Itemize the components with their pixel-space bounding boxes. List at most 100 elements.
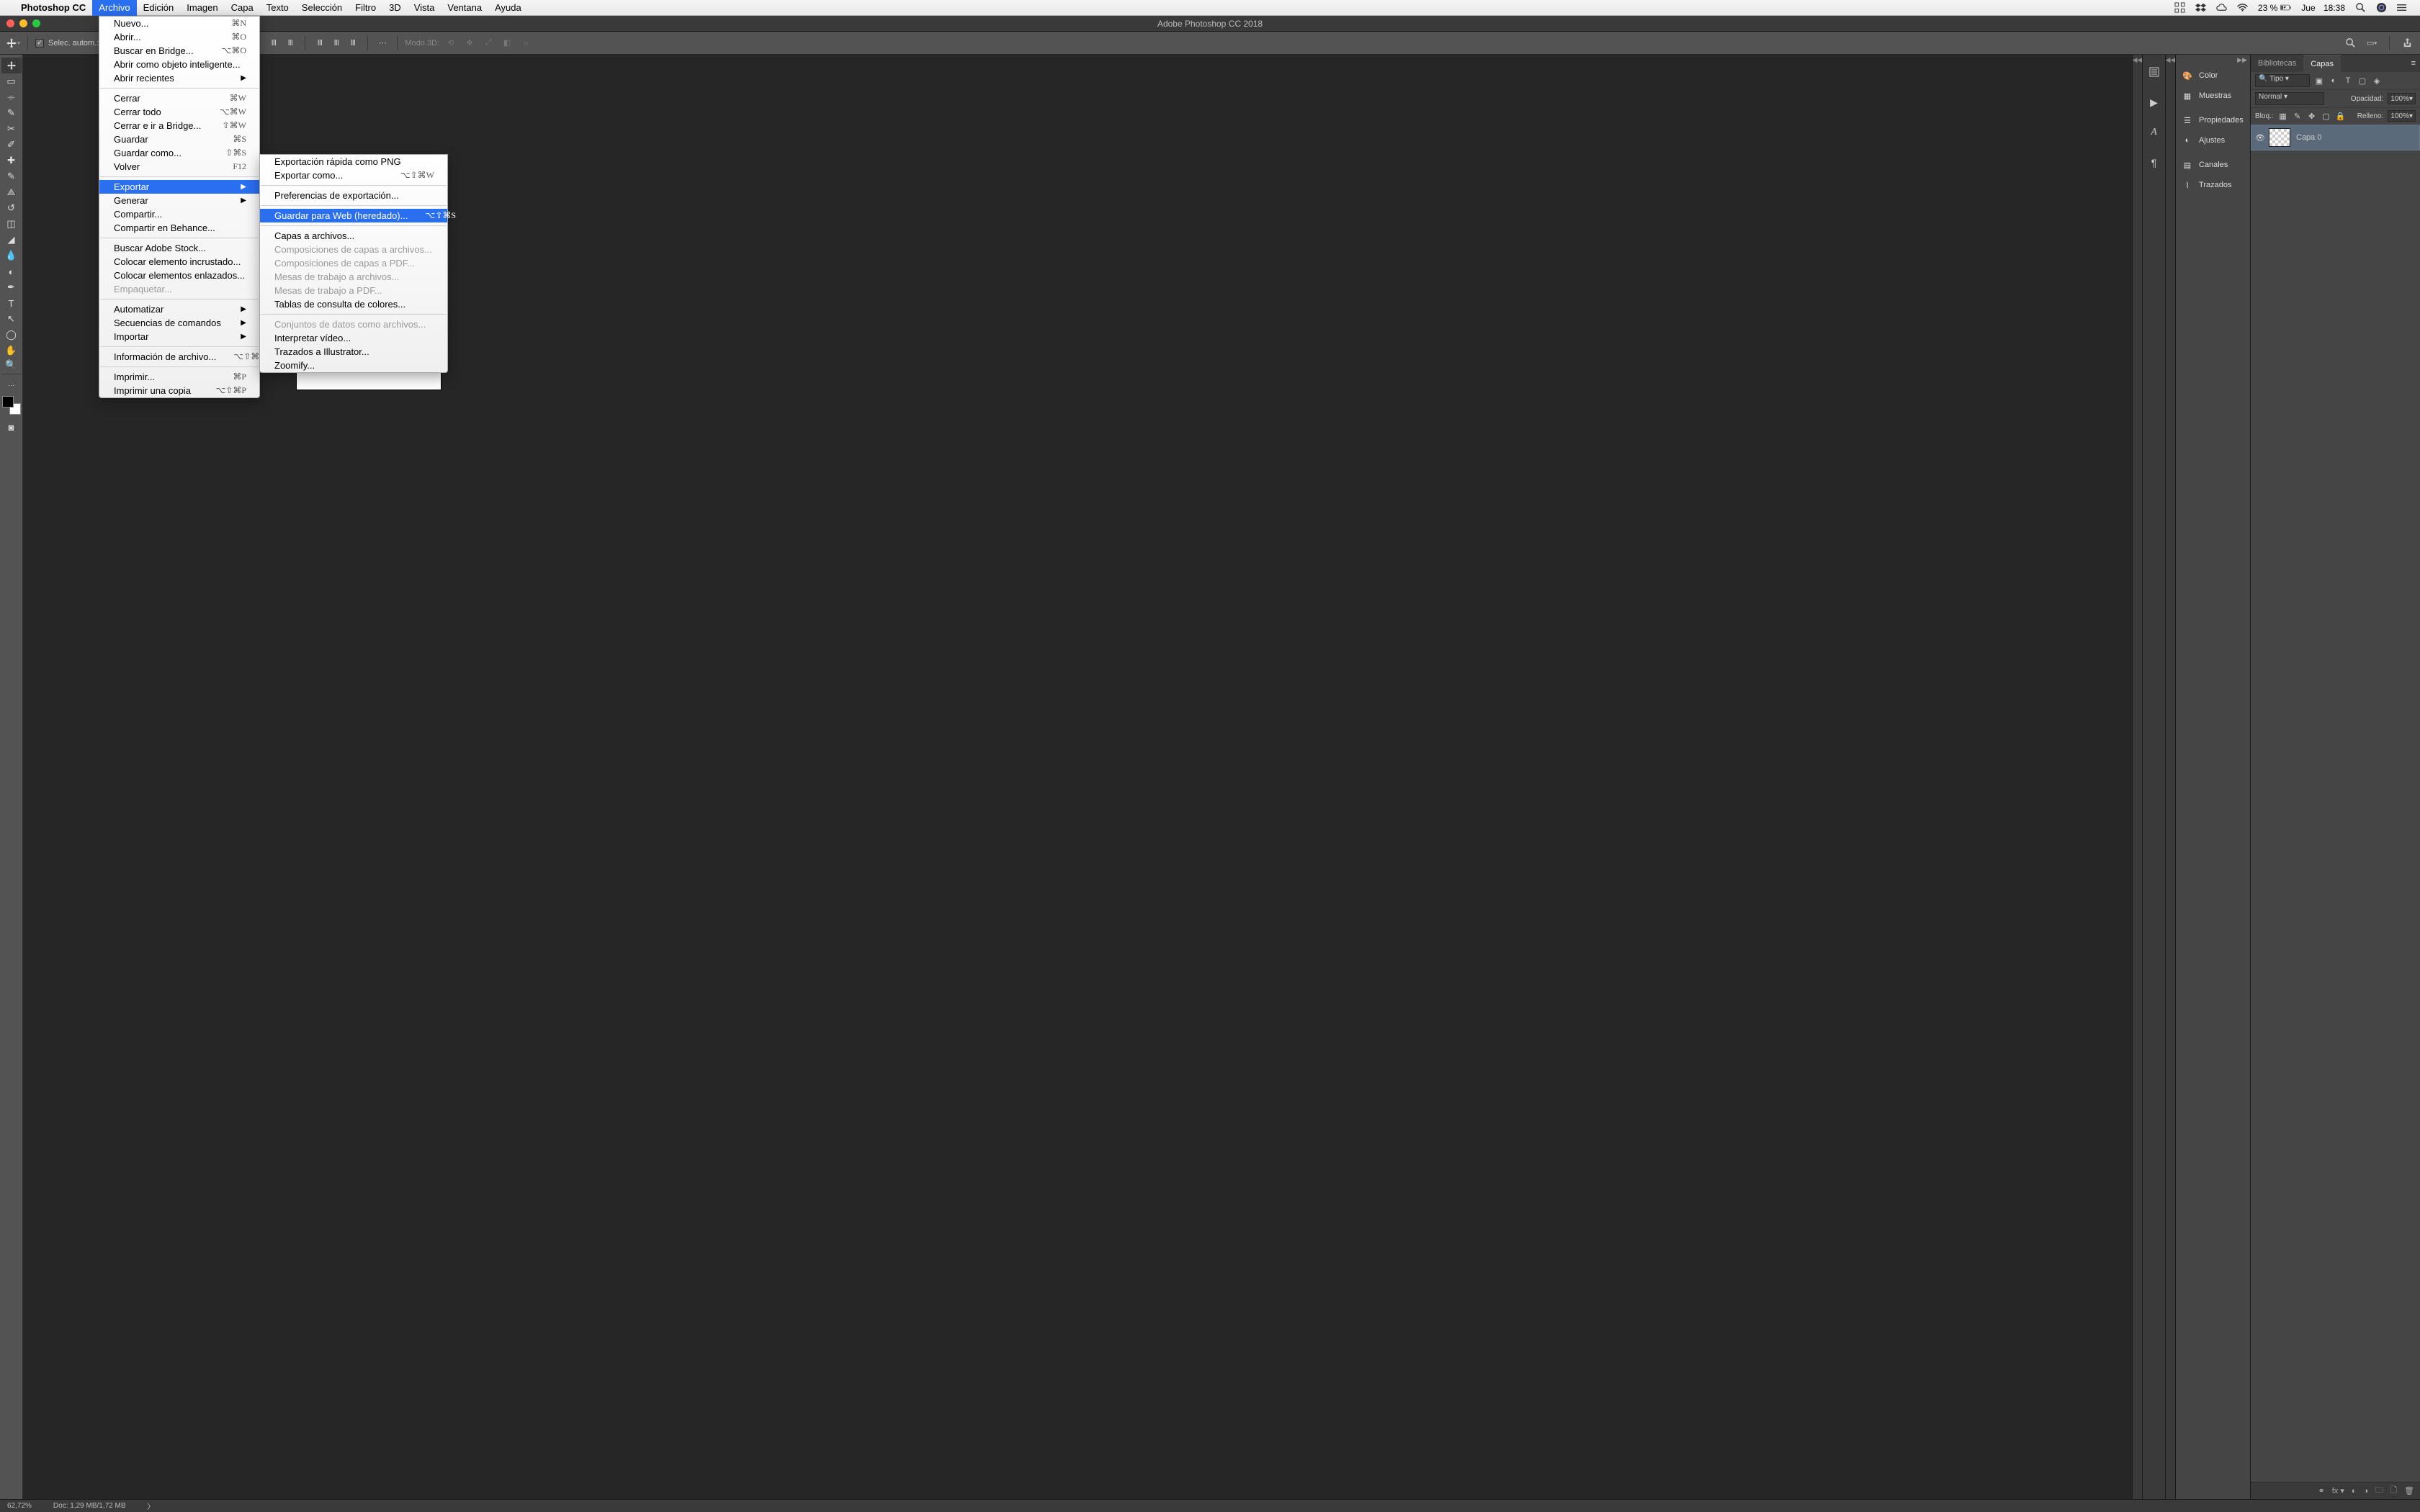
menu-item[interactable]: Preferencias de exportación... [260,189,447,202]
app-menu[interactable]: Photoshop CC [14,0,92,16]
panel-adjustments[interactable]: ◐Ajustes [2176,130,2250,150]
layer-thumbnail[interactable] [2269,128,2290,147]
3d-pan-icon[interactable]: ✥ [462,36,477,50]
tool-marquee[interactable]: ▭ [1,73,22,89]
menu-item[interactable]: Buscar en Bridge...⌥⌘O [99,44,259,58]
distribute-2-icon[interactable]: Ⅲ [266,36,281,50]
menu-item[interactable]: Generar▶ [99,194,259,207]
clock[interactable]: Jue 18:38 [2296,3,2350,13]
distribute-6-icon[interactable]: Ⅲ [346,36,360,50]
search-icon[interactable] [2343,36,2357,50]
distribute-5-icon[interactable]: Ⅲ [329,36,344,50]
menu-item[interactable]: Compartir... [99,207,259,221]
menu-item[interactable]: Abrir como objeto inteligente... [99,58,259,71]
autoselect-checkbox[interactable]: ✓ [35,39,44,48]
menu-item[interactable]: Imprimir una copia⌥⇧⌘P [99,384,259,397]
layer-mask-icon[interactable]: ◐ [2352,1487,2357,1495]
distribute-4-icon[interactable]: Ⅲ [313,36,327,50]
filter-smart-icon[interactable]: ◈ [2372,76,2382,86]
menu-item[interactable]: Importar▶ [99,330,259,343]
collapse-handle-2[interactable]: ◀◀ [2165,55,2175,1499]
paragraph-panel-icon[interactable]: ¶ [2146,154,2163,171]
menu-item[interactable]: Exportación rápida como PNG [260,155,447,168]
menu-item[interactable]: Guardar para Web (heredado)...⌥⇧⌘S [260,209,447,222]
menu-item[interactable]: Abrir recientes▶ [99,71,259,85]
tool-lasso[interactable]: ⌯ [1,89,22,105]
character-panel-icon[interactable]: A [2146,124,2163,141]
3d-orbit-icon[interactable]: ⟲ [444,36,458,50]
menu-item[interactable]: Automatizar▶ [99,302,259,316]
menu-item[interactable]: Interpretar vídeo... [260,331,447,345]
tool-healing[interactable]: ✚ [1,153,22,168]
status-arrow-icon[interactable]: 〉 [148,1500,155,1511]
tool-zoom[interactable]: 🔍 [1,359,22,374]
panel-properties[interactable]: ☰Propiedades [2176,110,2250,130]
menubar-item-selección[interactable]: Selección [295,0,349,16]
menubar-item-ayuda[interactable]: Ayuda [488,0,528,16]
group-layers-icon[interactable]: 🗀 [2375,1484,2383,1498]
tool-pen[interactable]: ✒ [1,279,22,295]
filter-shape-icon[interactable]: ▢ [2357,76,2367,86]
window-minimize-button[interactable] [19,19,27,27]
menu-item[interactable]: Cerrar e ir a Bridge...⇧⌘W [99,119,259,132]
filter-image-icon[interactable]: ▣ [2314,76,2324,86]
visibility-icon[interactable]: 👁 [2251,133,2269,143]
tool-dodge[interactable]: ◐ [1,264,22,279]
menu-item[interactable]: Tablas de consulta de colores... [260,297,447,311]
cloud-icon[interactable] [2211,2,2232,13]
new-layer-icon[interactable]: 🗋 [2390,1484,2397,1498]
menubar-item-capa[interactable]: Capa [225,0,260,16]
menu-item[interactable]: Guardar como...⇧⌘S [99,146,259,160]
menubar-item-vista[interactable]: Vista [408,0,442,16]
filter-kind-select[interactable]: 🔍 Tipo ▾ [2255,74,2310,87]
lock-all-icon[interactable]: 🔒 [2336,111,2346,121]
tool-blur[interactable]: 💧 [1,248,22,264]
panel-menu-icon[interactable]: ≡ [2407,55,2420,72]
lock-transparent-icon[interactable]: ▦ [2278,111,2288,121]
tool-path[interactable]: ↖ [1,311,22,327]
menu-item[interactable]: Exportar como...⌥⇧⌘W [260,168,447,182]
tool-quickmask[interactable]: ◙ [1,419,22,435]
tool-stamp[interactable]: ⟁ [1,184,22,200]
opacity-value[interactable]: 100% ▾ [2388,93,2416,104]
delete-layer-icon[interactable]: 🗑 [2404,1486,2414,1495]
menubar-item-ventana[interactable]: Ventana [441,0,488,16]
blend-mode-select[interactable]: Normal ▾ [2255,92,2324,105]
tab-bibliotecas[interactable]: Bibliotecas [2251,55,2303,72]
tool-eyedrop[interactable]: ✐ [1,137,22,153]
menu-item[interactable]: Exportar▶ [99,180,259,194]
panel-channels[interactable]: ▤Canales [2176,155,2250,175]
menu-item[interactable]: Imprimir...⌘P [99,370,259,384]
menu-item[interactable]: Compartir en Behance... [99,221,259,235]
menu-item[interactable]: Abrir...⌘O [99,30,259,44]
window-close-button[interactable] [6,19,14,27]
filter-adjust-icon[interactable]: ◐ [2329,76,2339,86]
menu-item[interactable]: Cerrar⌘W [99,91,259,105]
3d-scale-icon[interactable]: ◧ [500,36,514,50]
menu-item[interactable]: Colocar elemento incrustado... [99,255,259,269]
lock-position-icon[interactable]: ✥ [2307,111,2317,121]
tool-editfg[interactable]: ⋯ [1,377,22,393]
filter-text-icon[interactable]: T [2343,76,2353,86]
fill-value[interactable]: 100% ▾ [2388,110,2416,122]
move-tool-icon[interactable]: ▾ [6,36,20,50]
menubar-icon-grid[interactable] [2169,2,2190,13]
zoom-level[interactable]: 62,72% [7,1502,32,1510]
lock-artboard-icon[interactable]: ▢ [2321,111,2331,121]
menu-item[interactable]: Zoomify... [260,359,447,372]
layer-row[interactable]: 👁 Capa 0 [2251,125,2420,150]
share-icon[interactable] [2400,36,2414,50]
layer-name[interactable]: Capa 0 [2296,133,2321,142]
lock-pixels-icon[interactable]: ✎ [2293,111,2303,121]
siri-icon[interactable] [2371,2,2392,13]
adjustment-layer-icon[interactable]: ◑ [2364,1487,2369,1495]
spotlight-icon[interactable] [2350,2,2371,13]
3d-light-icon[interactable]: ☼ [519,36,533,50]
tool-history[interactable]: ↺ [1,200,22,216]
menu-item[interactable]: Guardar⌘S [99,132,259,146]
menubar-item-edición[interactable]: Edición [137,0,181,16]
tool-move[interactable] [1,58,22,73]
panel-swatches[interactable]: ▦Muestras [2176,86,2250,106]
tool-hand[interactable]: ✋ [1,343,22,359]
collapse-handle-1[interactable]: ◀◀ [2132,55,2142,1499]
